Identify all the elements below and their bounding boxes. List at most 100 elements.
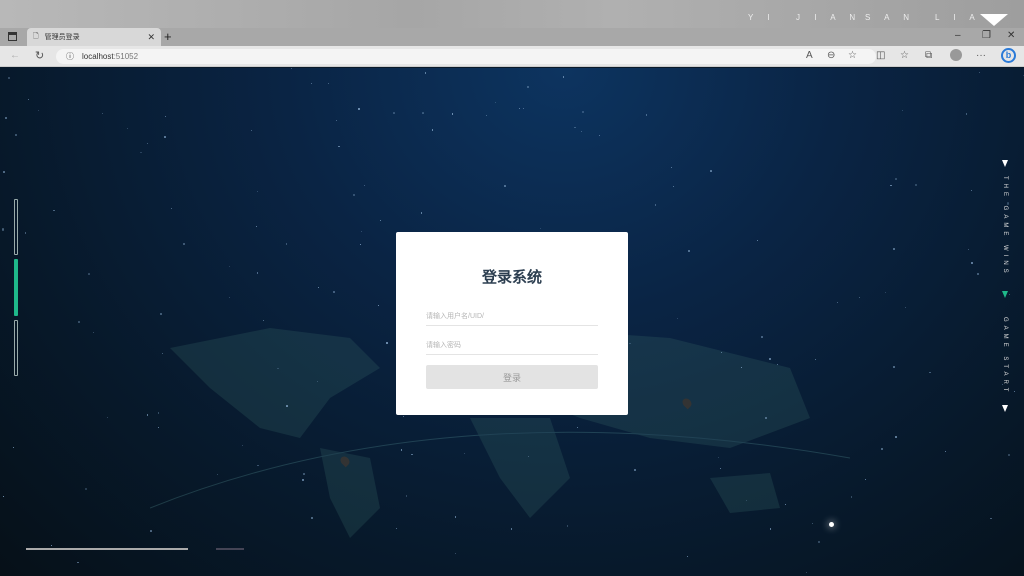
star xyxy=(77,562,79,564)
star xyxy=(865,478,867,480)
star xyxy=(28,98,30,100)
star xyxy=(756,239,758,241)
url-field[interactable]: ⓘ localhost:51052 xyxy=(56,49,876,64)
zoom-out-icon[interactable]: ⊖ xyxy=(827,50,835,61)
close-tab-icon[interactable]: ✕ xyxy=(147,32,155,43)
star xyxy=(14,134,17,136)
split-screen-icon[interactable]: ◫ xyxy=(876,50,885,61)
tab-title: 管理员登录 xyxy=(44,34,80,41)
star xyxy=(976,273,979,275)
star xyxy=(53,210,55,212)
triangle-marker-active-icon xyxy=(1002,291,1008,298)
star xyxy=(251,129,252,131)
star xyxy=(84,487,88,490)
star xyxy=(327,82,330,85)
restore-button[interactable]: ❐ xyxy=(982,30,991,41)
star xyxy=(255,226,257,228)
star xyxy=(139,151,142,154)
star xyxy=(358,108,360,110)
star xyxy=(229,296,231,298)
tab-actions-icon[interactable] xyxy=(8,32,17,41)
star xyxy=(7,77,10,79)
star xyxy=(302,472,305,475)
star xyxy=(411,453,413,456)
star xyxy=(338,146,340,148)
star xyxy=(1009,294,1011,296)
close-window-button[interactable]: ✕ xyxy=(1007,30,1015,41)
read-aloud-icon[interactable]: A xyxy=(806,50,813,61)
side-nav-item-game-start[interactable]: GAME START xyxy=(1002,317,1008,395)
star xyxy=(147,142,149,144)
star xyxy=(929,372,931,374)
back-icon[interactable]: ← xyxy=(10,50,20,61)
star xyxy=(451,113,454,115)
side-indicator-2-active[interactable] xyxy=(14,259,18,316)
star xyxy=(13,447,14,448)
star xyxy=(256,272,259,274)
star xyxy=(720,351,722,354)
star xyxy=(562,76,564,78)
star xyxy=(164,135,166,138)
star xyxy=(352,193,355,196)
profile-avatar[interactable] xyxy=(950,49,962,61)
triangle-marker-icon xyxy=(1002,405,1008,412)
star xyxy=(503,184,506,187)
star xyxy=(126,127,128,129)
star xyxy=(670,166,673,169)
star xyxy=(654,204,657,206)
star xyxy=(310,516,313,519)
password-input[interactable] xyxy=(426,337,598,355)
star xyxy=(146,414,149,416)
star xyxy=(332,290,335,293)
progress-bar-filled xyxy=(26,548,188,550)
star xyxy=(24,232,27,234)
info-icon: ⓘ xyxy=(66,52,74,61)
star xyxy=(890,184,893,187)
star xyxy=(107,417,109,419)
star xyxy=(582,111,585,114)
star xyxy=(431,129,434,131)
username-input[interactable] xyxy=(426,308,598,326)
star xyxy=(494,101,496,103)
star xyxy=(302,479,304,481)
star xyxy=(262,320,264,321)
favorite-add-icon[interactable]: ☆ xyxy=(848,50,857,61)
star xyxy=(518,107,520,110)
star xyxy=(902,110,903,111)
star xyxy=(884,292,886,294)
star xyxy=(1008,454,1011,457)
star xyxy=(914,184,918,187)
star xyxy=(393,112,396,114)
star xyxy=(967,249,969,251)
star xyxy=(377,305,379,306)
banner-letters: L I A xyxy=(935,13,981,22)
new-tab-button[interactable]: + xyxy=(164,29,172,44)
star xyxy=(386,342,388,344)
star xyxy=(850,496,853,498)
address-bar-row: ← ↻ ⓘ localhost:51052 A ⊖ ☆ ◫ ☆ ⧉ ··· b xyxy=(0,46,1024,67)
tab-admin-login[interactable]: 🗋 管理员登录 ✕ xyxy=(27,28,161,46)
progress-bar-track xyxy=(216,548,244,550)
login-button[interactable]: 登录 xyxy=(426,365,598,389)
star xyxy=(182,242,185,245)
glow-star xyxy=(829,522,834,527)
star xyxy=(290,68,292,70)
star xyxy=(165,116,167,117)
collections-icon[interactable]: ⧉ xyxy=(925,50,932,61)
favorites-icon[interactable]: ☆ xyxy=(900,50,909,61)
side-indicator-3[interactable] xyxy=(14,320,18,376)
more-icon[interactable]: ··· xyxy=(976,50,986,61)
star xyxy=(893,366,895,368)
star xyxy=(769,357,771,360)
chevron-down-icon[interactable] xyxy=(980,14,1008,26)
star xyxy=(979,71,981,73)
star xyxy=(580,130,583,133)
side-indicator-1[interactable] xyxy=(14,199,18,255)
minimize-button[interactable]: – xyxy=(955,30,961,41)
bing-icon[interactable]: b xyxy=(1001,48,1016,63)
refresh-icon[interactable]: ↻ xyxy=(35,49,44,62)
side-nav-item-the-game-wins[interactable]: THE GAME WINS xyxy=(1002,176,1008,277)
star xyxy=(1022,75,1024,77)
star xyxy=(360,244,361,245)
triangle-marker-icon xyxy=(1002,160,1008,167)
